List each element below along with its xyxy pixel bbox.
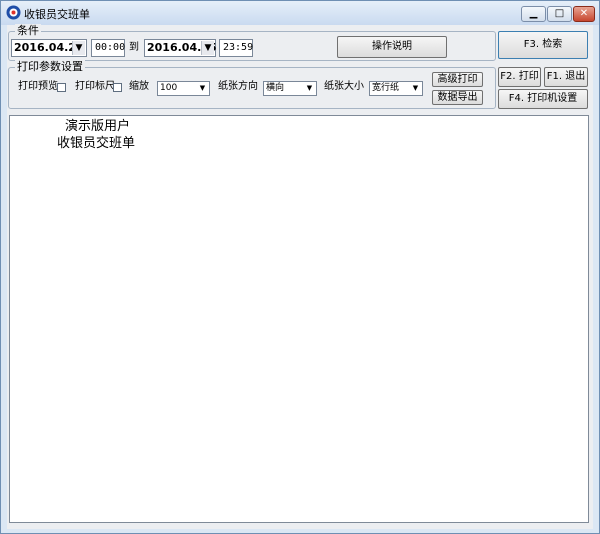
print-settings-legend: 打印参数设置 [15, 60, 85, 74]
client-area: 条件 2016.04.25 ▼ 00:00 到 2016.04.25 ▼ 23:… [7, 24, 593, 529]
report-title: 收银员交班单 [57, 136, 136, 151]
search-button[interactable]: F3. 检索 [498, 31, 588, 59]
title-bar: 收银员交班单 ▁ □ ✕ [1, 1, 599, 25]
paper-size-value: 宽行纸 [372, 83, 400, 93]
print-settings-group: 打印参数设置 打印预览 打印标尺 缩放 100 ▼ 纸张方向 横向 ▼ 纸张大小… [8, 60, 496, 109]
end-time-field[interactable]: 23:59 [219, 39, 253, 57]
orientation-select[interactable]: 横向 ▼ [263, 81, 317, 96]
minimize-button[interactable]: ▁ [521, 6, 546, 22]
report-preview: 演示版用户 收银员交班单 [9, 115, 589, 523]
main-window: 收银员交班单 ▁ □ ✕ 条件 2016.04.25 ▼ 00:00 到 201… [0, 0, 600, 534]
maximize-button[interactable]: □ [547, 6, 572, 22]
to-label: 到 [129, 42, 139, 53]
window-title: 收银员交班单 [24, 8, 90, 21]
orientation-value: 横向 [266, 83, 285, 93]
zoom-label: 缩放 [129, 81, 149, 92]
exit-button[interactable]: F1. 退出 [544, 67, 588, 87]
conditions-legend: 条件 [15, 24, 41, 38]
print-preview-label: 打印预览 [18, 81, 58, 92]
print-ruler-checkbox[interactable] [113, 83, 122, 92]
print-button[interactable]: F2. 打印 [498, 67, 541, 87]
end-date-field[interactable]: 2016.04.25 ▼ [144, 39, 217, 57]
start-date-field[interactable]: 2016.04.25 ▼ [11, 39, 87, 57]
chevron-down-icon[interactable]: ▼ [304, 83, 315, 94]
advanced-print-button[interactable]: 高级打印 [432, 72, 483, 87]
conditions-group: 条件 2016.04.25 ▼ 00:00 到 2016.04.25 ▼ 23:… [8, 24, 496, 61]
print-ruler-label: 打印标尺 [75, 81, 115, 92]
chevron-down-icon[interactable]: ▼ [410, 83, 421, 94]
minimize-icon: ▁ [529, 8, 538, 19]
print-preview-checkbox[interactable] [57, 83, 66, 92]
paper-size-select[interactable]: 宽行纸 ▼ [369, 81, 423, 96]
zoom-select[interactable]: 100 ▼ [157, 81, 210, 96]
calendar-dropdown-icon[interactable]: ▼ [201, 41, 214, 55]
maximize-icon: □ [554, 8, 565, 19]
start-time-field[interactable]: 00:00 [91, 39, 125, 57]
report-company: 演示版用户 [65, 119, 131, 134]
export-button[interactable]: 数据导出 [432, 90, 483, 105]
paper-size-label: 纸张大小 [324, 81, 364, 92]
close-icon: ✕ [579, 8, 589, 19]
chevron-down-icon[interactable]: ▼ [197, 83, 208, 94]
printer-settings-button[interactable]: F4. 打印机设置 [498, 89, 588, 109]
app-logo-icon [6, 5, 21, 20]
calendar-dropdown-icon[interactable]: ▼ [72, 41, 85, 55]
zoom-value: 100 [160, 83, 178, 93]
close-button[interactable]: ✕ [573, 6, 595, 22]
orientation-label: 纸张方向 [218, 81, 258, 92]
help-button[interactable]: 操作说明 [337, 36, 447, 58]
